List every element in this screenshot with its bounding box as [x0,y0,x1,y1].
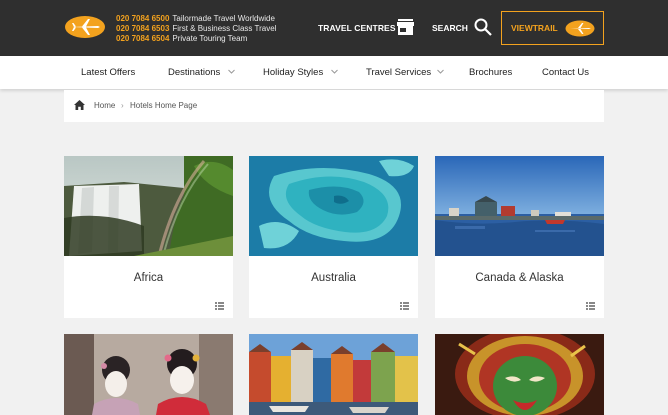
breadcrumb-home-link[interactable]: Home [94,101,115,110]
harbour-houses-image [249,334,418,415]
chevron-down-icon[interactable] [437,68,444,75]
breadcrumb-current: Hotels Home Page [130,101,198,110]
phone-list: 020 7084 6500 Tailormade Travel Worldwide… [116,14,276,44]
phone-number[interactable]: 020 7084 6504 [116,34,169,43]
plane-logo-icon[interactable] [64,15,106,39]
geisha-image [64,334,233,415]
travel-centres-link[interactable]: TRAVEL CENTRES [318,23,396,33]
search-link[interactable]: SEARCH [432,23,468,33]
card-title[interactable]: Africa [64,272,233,284]
harbour-image [435,156,604,256]
destination-card-africa[interactable]: Africa [64,156,233,318]
nav-item-travel-services[interactable]: Travel Services [366,67,431,78]
card-image[interactable] [249,334,418,415]
card-title[interactable]: Canada & Alaska [435,272,604,284]
main-nav: Latest Offers Destinations Holiday Style… [0,56,668,89]
waterfall-image [64,156,233,256]
kathakali-image [435,334,604,415]
list-icon[interactable] [400,302,409,310]
card-title[interactable]: Australia [249,272,418,284]
card-image[interactable] [64,334,233,415]
nav-item-latest-offers[interactable]: Latest Offers [81,67,135,78]
plane-icon [565,20,595,37]
destination-card[interactable] [64,334,233,415]
phone-label: First & Business Class Travel [172,24,277,33]
card-image[interactable] [64,156,233,256]
phone-line: 020 7084 6503 First & Business Class Trav… [116,24,276,34]
nav-item-contact-us[interactable]: Contact Us [542,67,589,78]
nav-item-brochures[interactable]: Brochures [469,67,512,78]
destination-card[interactable] [435,334,604,415]
search-icon[interactable] [474,18,492,36]
list-icon[interactable] [215,302,224,310]
viewtrail-label: VIEWTRAIL [511,23,558,33]
phone-number[interactable]: 020 7084 6500 [116,14,169,23]
nav-item-holiday-styles[interactable]: Holiday Styles [263,67,323,78]
nav-item-destinations[interactable]: Destinations [168,67,220,78]
list-icon[interactable] [586,302,595,310]
coral-reef-image [249,156,418,256]
card-image[interactable] [435,334,604,415]
phone-line: 020 7084 6500 Tailormade Travel Worldwide [116,14,276,24]
store-icon[interactable] [397,19,414,35]
phone-line: 020 7084 6504 Private Touring Team [116,34,276,44]
phone-number[interactable]: 020 7084 6503 [116,24,169,33]
breadcrumb: Home › Hotels Home Page [64,90,604,122]
viewtrail-button[interactable]: VIEWTRAIL [501,11,604,45]
destination-card[interactable] [249,334,418,415]
breadcrumb-separator: › [121,101,124,110]
top-header: 020 7084 6500 Tailormade Travel Worldwide… [0,0,668,56]
card-image[interactable] [435,156,604,256]
chevron-down-icon[interactable] [331,68,338,75]
card-image[interactable] [249,156,418,256]
phone-label: Private Touring Team [172,34,248,43]
phone-label: Tailormade Travel Worldwide [172,14,275,23]
home-icon[interactable] [74,100,85,110]
destination-card-canada-alaska[interactable]: Canada & Alaska [435,156,604,318]
destination-card-australia[interactable]: Australia [249,156,418,318]
chevron-down-icon[interactable] [228,68,235,75]
